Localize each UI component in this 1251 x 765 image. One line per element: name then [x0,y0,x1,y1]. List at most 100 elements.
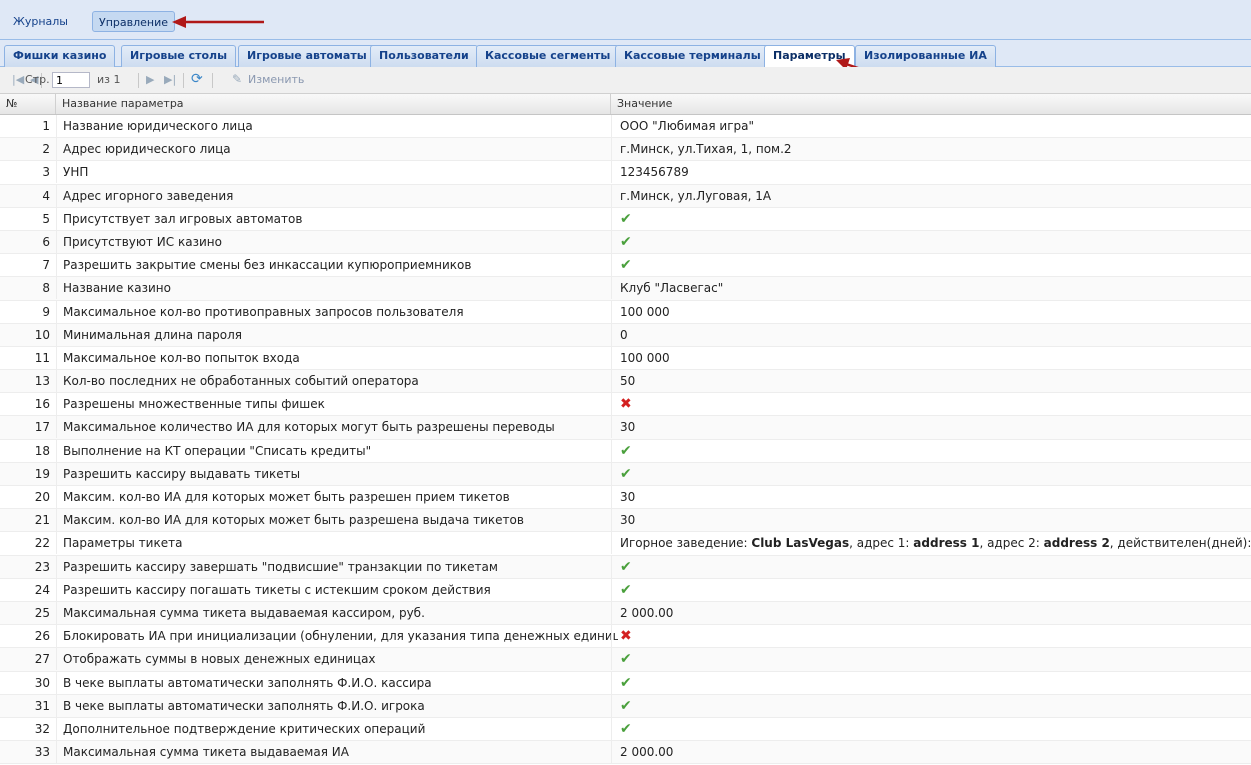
checkmark-icon: ✔ [620,651,632,668]
tab-casino-chips[interactable]: Фишки казино [4,45,116,67]
next-page-icon[interactable]: ▶ [146,73,154,86]
table-row[interactable]: 18 Выполнение на КТ операции "Списать кре… [0,439,1251,463]
table-row[interactable]: 10 Минимальная длина пароля 0 [0,323,1251,347]
table-row[interactable]: 26 Блокировать ИА при инициализации (обну… [0,625,1251,649]
parameter-name: Название юридического лица [56,115,618,137]
table-row[interactable]: 19 Разрешить кассиру выдавать тикеты ✔ [0,462,1251,486]
parameter-name: Максим. кол-во ИА для которых может быть… [56,509,618,532]
menu-management[interactable]: Управление [92,11,176,32]
tab-slot-machines[interactable]: Игровые автоматы [238,45,376,67]
annotation-arrow-icon [172,16,264,28]
column-header-value[interactable]: Значение [611,94,1251,114]
table-row[interactable]: 20 Максим. кол-во ИА для которых может бы… [0,486,1251,510]
table-row[interactable]: 32 Дополнительное подтверждение критическ… [0,717,1251,742]
table-row[interactable]: 33 Максимальная сумма тикета выдаваемая И… [0,741,1251,765]
table-row[interactable]: 9 Максимальное кол-во противоправных запр… [0,300,1251,324]
row-number: 32 [34,721,50,736]
row-number: 33 [34,745,50,760]
parameter-value: ООО "Любимая игра" [611,115,1251,137]
last-page-icon[interactable]: ▶| [164,73,176,86]
column-header-number[interactable]: № [0,94,56,114]
table-row[interactable]: 11 Максимальное кол-во попыток входа 100 0… [0,346,1251,371]
row-number: 5 [42,211,50,226]
parameter-value: ✔ [611,230,1251,253]
parameter-name: Параметры тикета [56,532,618,555]
table-row[interactable]: 1 Название юридического лица ООО "Любимая … [0,115,1251,139]
row-number: 22 [34,536,50,551]
row-number: 4 [42,188,50,203]
checkmark-icon: ✔ [620,720,632,737]
parameter-value: 100 000 [611,300,1251,323]
table-row[interactable]: 5 Присутствует зал игровых автоматов ✔ [0,207,1251,231]
parameter-value: Игорное заведение: Club LasVegas, адрес … [611,532,1251,555]
table-row[interactable]: 25 Максимальная сумма тикета выдаваемая к… [0,601,1251,626]
tab-cash-segments[interactable]: Кассовые сегменты [476,45,620,67]
edit-icon: ✎ [232,72,243,86]
row-number: 17 [34,420,50,435]
parameter-value: ✔ [611,555,1251,578]
row-number: 3 [42,165,50,180]
table-row[interactable]: 2 Адрес юридического лица г.Минск, ул.Тиха… [0,138,1251,162]
grid-header: № Название параметра Значение [0,94,1251,115]
parameter-value: 2 000.00 [611,741,1251,764]
parameter-name: Разрешены множественные типы фишек [56,393,618,416]
parameter-name: Название казино [56,277,618,300]
table-row[interactable]: 3 УНП 123456789 [0,161,1251,185]
checkmark-icon: ✔ [620,257,632,274]
row-number: 10 [34,327,50,342]
column-header-name[interactable]: Название параметра [56,94,611,114]
checkmark-icon: ✔ [620,674,632,691]
parameter-value: г.Минск, ул.Луговая, 1А [611,184,1251,207]
table-row[interactable]: 13 Кол-во последних не обработанных событ… [0,370,1251,394]
parameter-value: Клуб "Ласвегас" [611,277,1251,300]
cross-icon: ✖ [620,628,632,645]
parameter-name: Кол-во последних не обработанных событий… [56,370,618,393]
parameter-value: 30 [611,416,1251,439]
table-row[interactable]: 6 Присутствуют ИС казино ✔ [0,230,1251,255]
parameter-value: ✔ [611,694,1251,717]
parameter-name: В чеке выплаты автоматически заполнять Ф… [56,671,618,694]
first-page-icon[interactable]: |◀ [12,73,24,86]
table-row[interactable]: 22 Параметры тикета Игорное заведение: Clu… [0,532,1251,556]
tab-cash-terminals[interactable]: Кассовые терминалы [615,45,770,67]
paging-toolbar: |◀ ◀ Стр. Стр. из 1 ▶ ▶| ⟳ ✎ Изменить [0,67,1251,94]
table-row[interactable]: 24 Разрешить кассиру погашать тикеты с ис… [0,578,1251,602]
checkmark-icon: ✔ [620,581,632,598]
parameter-name: Выполнение на КТ операции "Списать креди… [56,439,618,462]
parameter-name: Максимальное количество ИА для которых м… [56,416,618,439]
row-number: 23 [34,559,50,574]
row-number: 25 [34,605,50,620]
table-row[interactable]: 27 Отображать суммы в новых денежных един… [0,648,1251,672]
edit-button[interactable]: Изменить [248,73,304,86]
table-row[interactable]: 17 Максимальное количество ИА для которых… [0,416,1251,440]
table-row[interactable]: 16 Разрешены множественные типы фишек ✖ [0,393,1251,417]
table-row[interactable]: 4 Адрес игорного заведения г.Минск, ул.Луг… [0,184,1251,208]
tab-users[interactable]: Пользователи [370,45,478,67]
parameter-name: Максим. кол-во ИА для которых может быть… [56,486,618,508]
page-number-input[interactable] [52,72,90,88]
table-row[interactable]: 8 Название казино Клуб "Ласвегас" [0,277,1251,301]
row-number: 27 [34,652,50,667]
table-row[interactable]: 21 Максим. кол-во ИА для которых может бы… [0,509,1251,533]
menu-journals[interactable]: Журналы [7,11,74,32]
table-row[interactable]: 31 В чеке выплаты автоматически заполнять… [0,694,1251,718]
page-count-label: из 1 [97,73,121,86]
checkmark-icon: ✔ [620,442,632,459]
parameter-value: 100 000 [611,346,1251,369]
row-number: 19 [34,466,50,481]
table-row[interactable]: 30 В чеке выплаты автоматически заполнять… [0,671,1251,695]
parameter-name: Максимальное кол-во попыток входа [56,346,618,369]
row-number: 24 [34,582,50,597]
parameter-value: 123456789 [611,161,1251,184]
parameter-value: 2 000.00 [611,601,1251,624]
tab-game-tables[interactable]: Игровые столы [121,45,237,67]
row-number: 21 [34,513,50,528]
refresh-icon[interactable]: ⟳ [191,71,203,87]
table-row[interactable]: 23 Разрешить кассиру завершать "подвисшие… [0,555,1251,579]
parameter-value: ✖ [611,393,1251,416]
parameter-name: Разрешить кассиру выдавать тикеты [56,462,618,485]
parameter-value: 30 [611,486,1251,508]
parameter-value: 30 [611,509,1251,532]
tab-strip: Фишки казино Игровые столы Игровые автом… [0,40,1251,68]
table-row[interactable]: 7 Разрешить закрытие смены без инкассации… [0,254,1251,278]
